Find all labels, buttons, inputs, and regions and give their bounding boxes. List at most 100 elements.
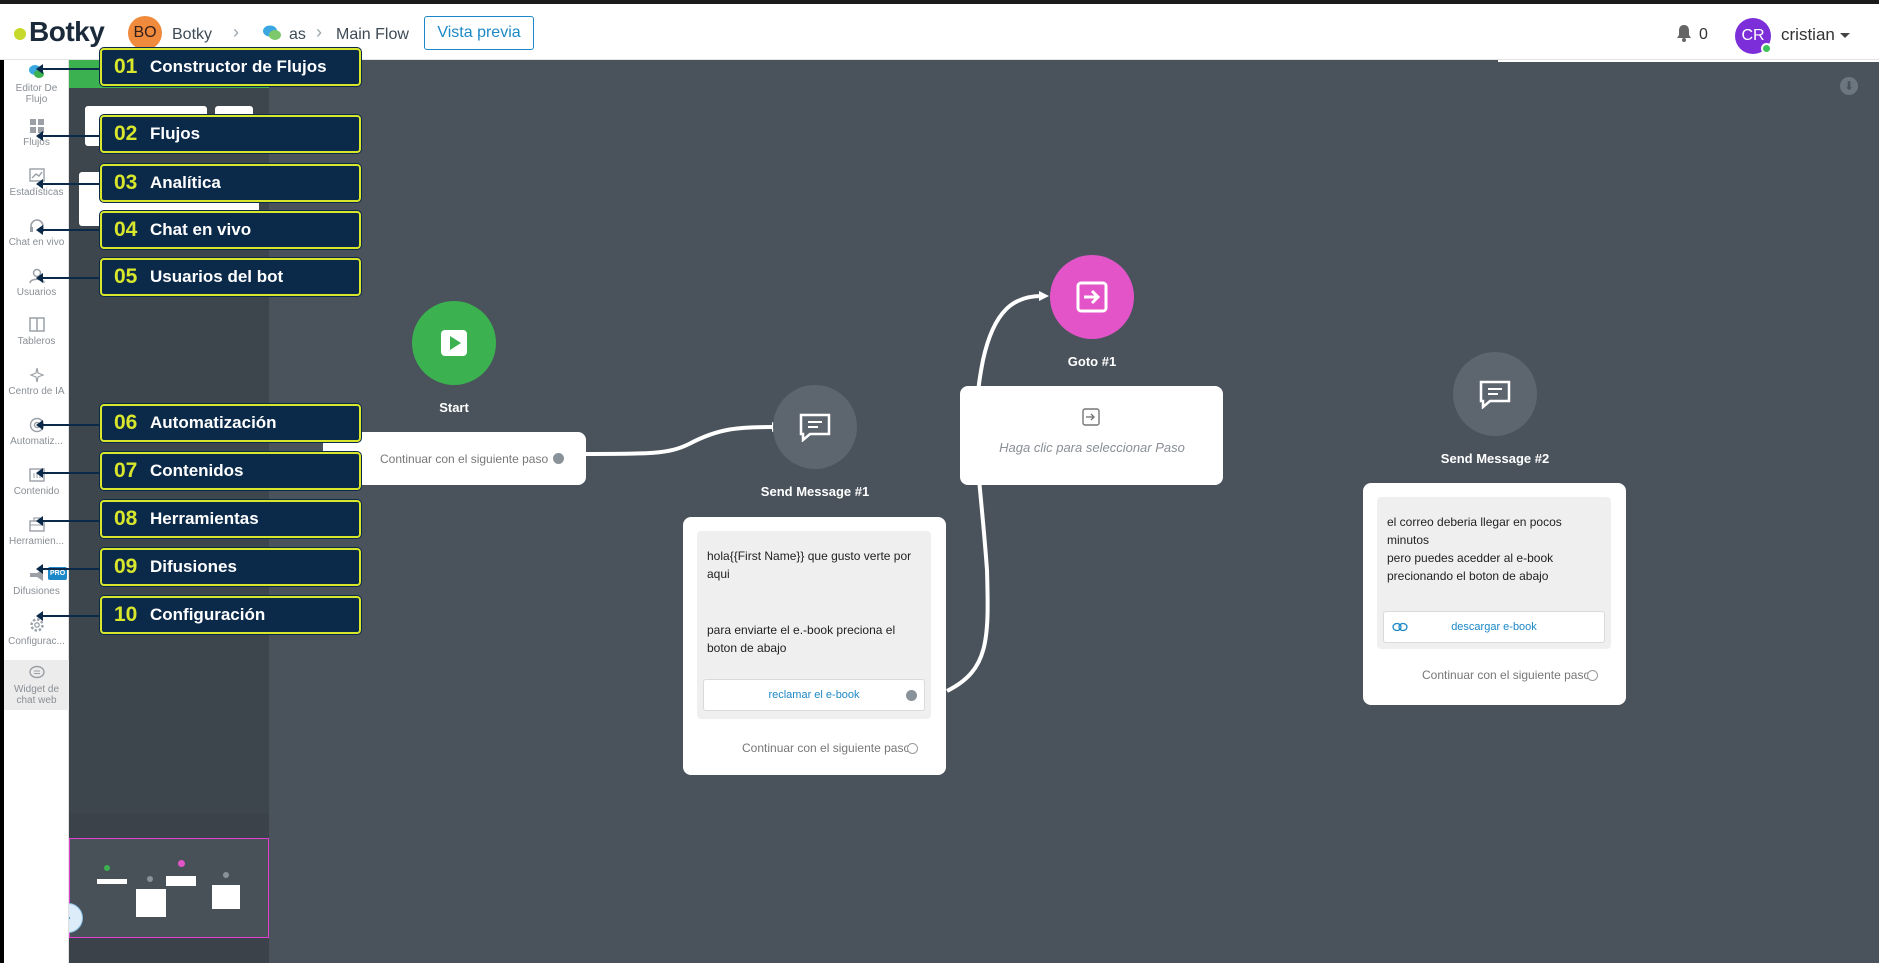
callout-arrow (36, 420, 100, 430)
callout-label: Usuarios del bot (150, 267, 284, 286)
sidebar-item-label: Automatiz... (10, 436, 63, 447)
message-text: el correo deberia llegar en pocos minuto… (1387, 515, 1562, 583)
continue-label: Continuar con el siguiente paso (742, 741, 911, 755)
sidebar-item-label: Usuarios (16, 287, 57, 298)
callout-label: Configuración (150, 605, 266, 624)
breadcrumb-chevron-icon: › (316, 22, 322, 42)
sidebar-item-label: Tableros (17, 336, 56, 347)
sidebar-item-label: Contenido (13, 486, 60, 497)
link-icon (1392, 622, 1408, 632)
reclaim-ebook-button[interactable]: reclamar el e-book (703, 679, 925, 711)
send-message-2-card[interactable]: el correo deberia llegar en pocos minuto… (1363, 483, 1626, 705)
callout-number: 09 (114, 555, 138, 578)
goto-node[interactable] (1050, 255, 1134, 339)
button-output-port[interactable] (906, 690, 917, 701)
callout-arrow (36, 273, 100, 283)
callout-number: 06 (114, 411, 138, 434)
user-name[interactable]: cristian (1781, 25, 1835, 45)
bot-avatar[interactable]: BO (128, 16, 162, 50)
callout-label: Flujos (150, 124, 201, 143)
callout-arrow (36, 131, 100, 141)
callout-number: 02 (114, 122, 138, 145)
brand-name: Botky (29, 16, 105, 47)
callout-label: Constructor de Flujos (150, 57, 327, 76)
callout-01: 01 Constructor de Flujos (100, 48, 361, 86)
breadcrumb-page: Main Flow (336, 26, 409, 43)
sparkle-icon (28, 367, 45, 383)
callout-label: Analítica (150, 173, 221, 192)
goto-icon (1076, 281, 1108, 313)
button-label: descargar e-book (1451, 621, 1537, 633)
callout-number: 01 (114, 55, 138, 78)
callout-07: 07 Contenidos (100, 452, 361, 490)
sidebar-item-label: Configurac... (8, 636, 65, 647)
breadcrumb-bot[interactable]: Botky (172, 26, 212, 44)
callout-number: 10 (114, 603, 138, 626)
start-node-title: Start (439, 400, 469, 415)
output-port[interactable] (907, 743, 918, 754)
callout-number: 03 (114, 171, 138, 194)
breadcrumb-flow[interactable]: as (289, 26, 306, 44)
callout-arrow (36, 179, 100, 189)
message-icon (799, 413, 831, 442)
continue-label: Continuar con el siguiente paso (1422, 668, 1591, 682)
callout-label: Herramientas (150, 509, 259, 528)
play-icon (441, 330, 467, 356)
logo-mark-icon (14, 28, 26, 40)
callout-number: 07 (114, 459, 138, 482)
continue-label: Continuar con el siguiente paso (380, 452, 549, 466)
callout-arrow (36, 225, 100, 235)
callout-label: Chat en vivo (150, 220, 252, 239)
notification-count: 0 (1699, 26, 1708, 43)
goto-hint: Haga clic para seleccionar Paso (999, 440, 1185, 455)
sidebar-item-label: Herramien... (8, 536, 64, 547)
callout-number: 08 (114, 507, 138, 530)
start-node[interactable] (412, 301, 496, 385)
chevron-down-icon[interactable] (1840, 33, 1850, 38)
message-content[interactable]: hola{{First Name}} que gusto verte por a… (697, 531, 931, 719)
callout-09: 09 Difusiones (100, 548, 361, 586)
output-port[interactable] (553, 453, 564, 464)
message-content[interactable]: el correo deberia llegar en pocos minuto… (1377, 497, 1611, 649)
send-message-2-node[interactable] (1453, 352, 1537, 436)
sidebar-item-web-chat-widget[interactable]: Widget de chat web (4, 660, 69, 710)
online-status-dot (1761, 43, 1772, 54)
start-card[interactable]: Continuar con el siguiente paso (323, 432, 586, 485)
sidebar-item-ai-center[interactable]: Centro de IA (4, 367, 69, 397)
callout-05: 05 Usuarios del bot (100, 258, 361, 296)
download-ebook-button[interactable]: descargar e-book (1383, 611, 1605, 643)
output-port[interactable] (1587, 670, 1598, 681)
button-label: reclamar el e-book (768, 689, 860, 701)
callout-label: Automatización (150, 413, 277, 432)
callout-arrow (36, 564, 100, 574)
callout-label: Contenidos (150, 461, 244, 480)
sidebar-item-settings[interactable]: Configurac... (4, 617, 69, 647)
goto-node-title: Goto #1 (1067, 354, 1117, 369)
sidebar: Editor De Flujo Flujos Estadísticas Chat… (4, 60, 69, 963)
chat-widget-icon (28, 665, 45, 679)
breadcrumb-chevron-icon: › (233, 22, 239, 42)
goto-card[interactable]: Haga clic para seleccionar Paso (960, 386, 1223, 485)
sidebar-item-label: Centro de IA (8, 386, 65, 397)
callout-02: 02 Flujos (100, 115, 361, 153)
sidebar-item-boards[interactable]: Tableros (4, 317, 69, 347)
bell-icon[interactable] (1676, 24, 1692, 42)
send-message-1-card[interactable]: hola{{First Name}} que gusto verte por a… (683, 517, 946, 775)
callout-08: 08 Herramientas (100, 500, 361, 538)
callout-arrow (36, 516, 100, 526)
message-icon (1479, 380, 1511, 409)
callout-arrow (36, 468, 100, 478)
message-text: para enviarte el e.-book preciona el bot… (707, 623, 896, 655)
brand-logo[interactable]: Botky (14, 16, 105, 48)
sidebar-item-label: Editor De Flujo (15, 83, 58, 105)
callout-arrow (36, 611, 100, 621)
callout-04: 04 Chat en vivo (100, 211, 361, 249)
sidebar-item-label: Chat en vivo (8, 237, 65, 248)
sidebar-item-label: Widget de chat web (13, 684, 60, 706)
send-message-1-node[interactable] (773, 385, 857, 469)
preview-button[interactable]: Vista previa (424, 16, 534, 50)
callout-10: 10 Configuración (100, 596, 361, 634)
message-text: hola{{First Name}} que gusto verte por a… (707, 549, 912, 581)
callout-06: 06 Automatización (100, 404, 361, 442)
callout-number: 04 (114, 218, 138, 241)
